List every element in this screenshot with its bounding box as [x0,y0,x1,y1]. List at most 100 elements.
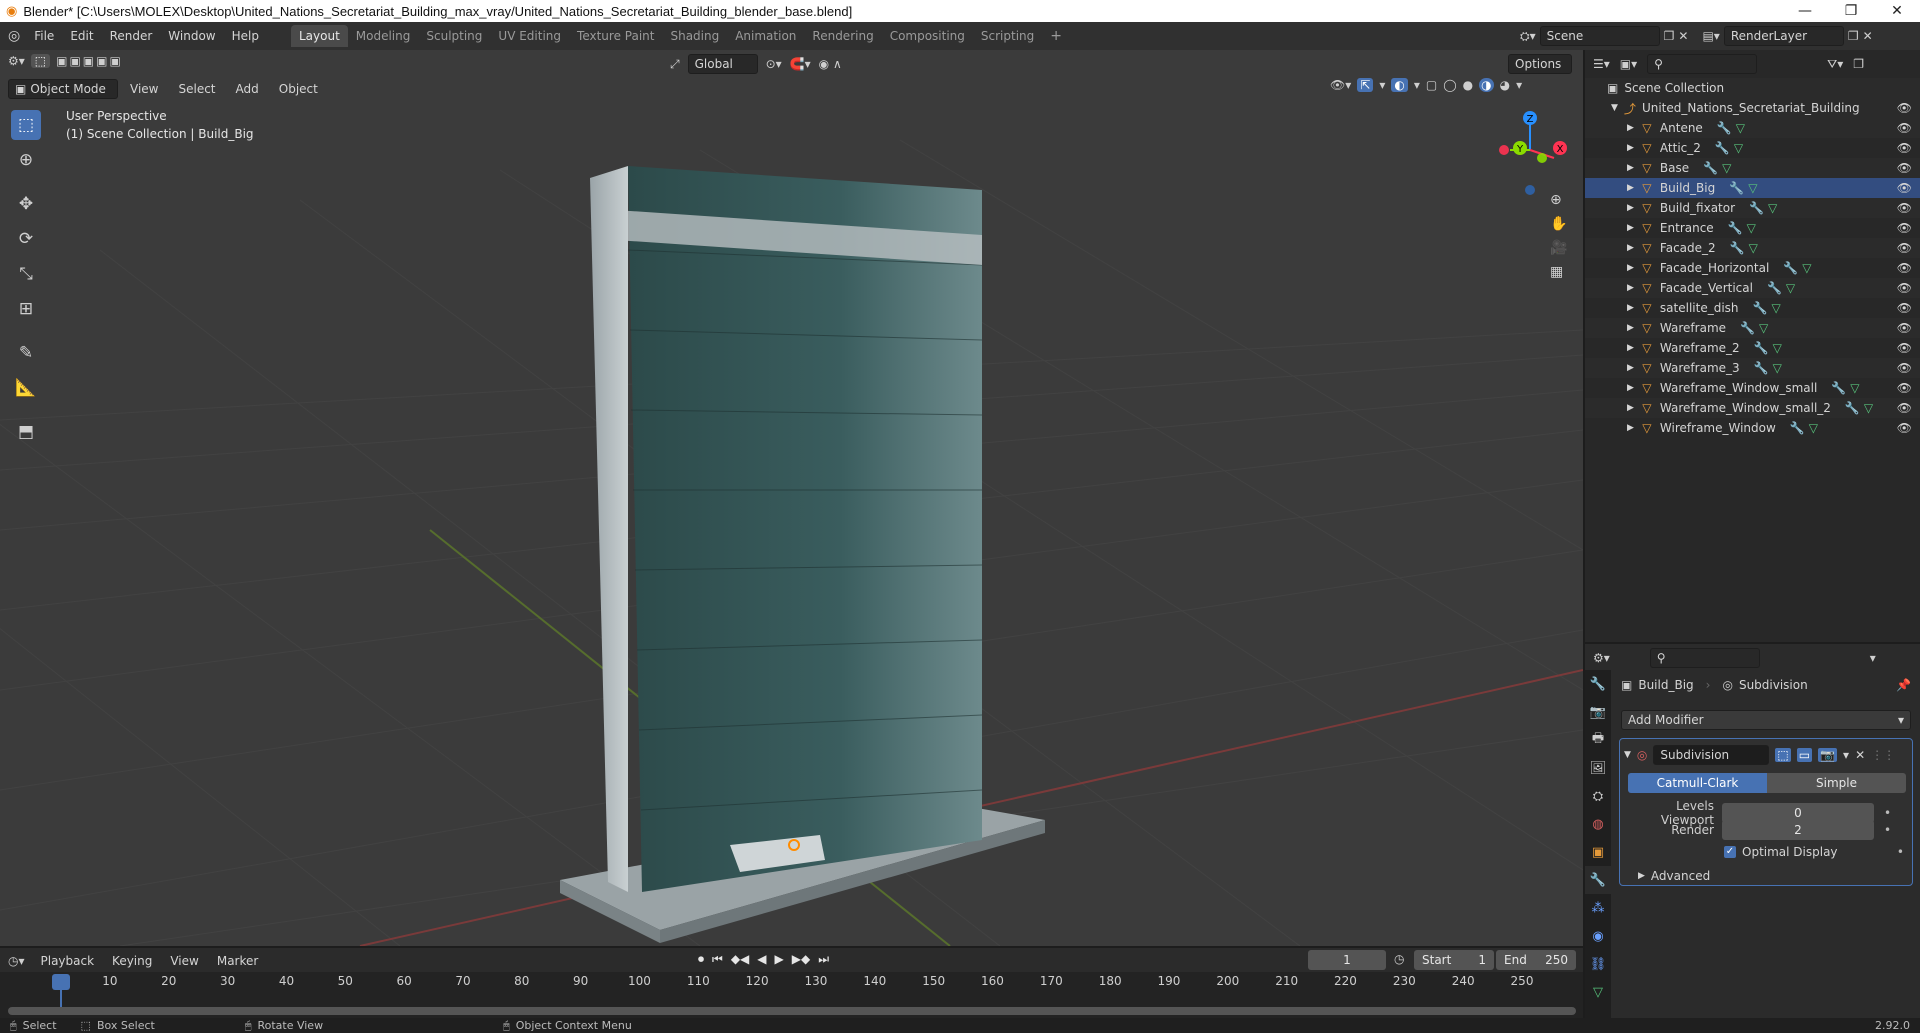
properties-options-icon[interactable]: ▾ [1870,651,1876,665]
outliner-object-row[interactable]: ▶ ▽ Base 🔧 ▽ 👁 [1585,158,1920,178]
xray-icon[interactable]: ▢ [1426,78,1437,92]
drag-handle-icon[interactable]: ⋮⋮ [1871,748,1895,762]
outliner-object-row[interactable]: ▶ ▽ Wareframe 🔧 ▽ 👁 [1585,318,1920,338]
blender-menu-icon[interactable]: ◎ [8,28,20,44]
menu-window[interactable]: Window [160,25,223,47]
modifier-icon[interactable]: 🔧 [1754,341,1769,355]
filter-icon[interactable]: ⛛▾ [1827,57,1843,72]
mesh-data-icon[interactable]: ▽ [1850,381,1859,395]
close-window-button[interactable]: ✕ [1874,0,1920,22]
mesh-data-icon[interactable]: ▽ [1773,341,1782,355]
expand-arrow-icon[interactable]: ▶ [1627,223,1634,233]
outliner-display-mode-icon[interactable]: ▣▾ [1620,57,1637,71]
mesh-data-icon[interactable]: ▽ [1768,201,1777,215]
scale-tool-icon[interactable]: ⤡ [11,259,41,289]
outliner-object-row[interactable]: ▶ ▽ Facade_Vertical 🔧 ▽ 👁 [1585,278,1920,298]
menu-file[interactable]: File [26,25,62,47]
mesh-data-icon[interactable]: ▽ [1734,141,1743,155]
shading-rendered-icon[interactable]: ◕ [1500,78,1510,92]
expand-arrow-icon[interactable]: ▶ [1627,423,1634,433]
timeline-menu-marker[interactable]: Marker [209,950,266,972]
mesh-data-icon[interactable]: ▽ [1736,121,1745,135]
preview-range-icon[interactable]: ◷ [1394,952,1404,966]
jump-start-icon[interactable]: ⏮ [712,952,723,967]
render-levels-field[interactable]: 2 [1722,820,1874,840]
viewport-menu-object[interactable]: Object [271,78,326,100]
eye-icon[interactable]: 👁 [1897,181,1912,195]
annotate-tool-icon[interactable]: ✎ [11,338,41,368]
scene-tab-icon[interactable]: ⛭ [1585,782,1611,810]
new-view-layer-icon[interactable]: ❐ [1848,29,1859,43]
properties-editor-type-icon[interactable]: ⚙▾ [1593,651,1610,665]
keyframe-dot-icon[interactable]: • [1884,823,1891,837]
add-modifier-dropdown[interactable]: Add Modifier ▾ [1621,710,1911,730]
expand-arrow-icon[interactable]: ▼ [1611,103,1618,113]
outliner-scene-collection[interactable]: ▣ Scene Collection [1585,78,1920,98]
modifier-icon[interactable]: 🔧 [1767,281,1782,295]
minimize-button[interactable]: — [1782,0,1828,22]
modifier-icon[interactable]: 🔧 [1831,381,1846,395]
end-frame-field[interactable]: End 250 [1496,950,1576,970]
eye-icon[interactable]: 👁 [1897,161,1912,175]
view-layer-tab-icon[interactable]: 🖼 [1585,754,1611,782]
optimal-display-checkbox[interactable]: ✓ [1724,846,1736,858]
eye-icon[interactable]: 👁 [1897,301,1912,315]
move-tool-icon[interactable]: ✥ [11,189,41,219]
shading-solid-icon[interactable]: ● [1463,78,1473,92]
editor-type-icon[interactable]: ⚙▾ [8,54,25,68]
mesh-data-icon[interactable]: ▽ [1864,401,1873,415]
expand-arrow-icon[interactable]: ▶ [1627,203,1634,213]
modifier-icon[interactable]: 🔧 [1740,321,1755,335]
expand-arrow-icon[interactable]: ▶ [1627,383,1634,393]
rotate-tool-icon[interactable]: ⟳ [11,224,41,254]
tab-animation[interactable]: Animation [727,25,804,47]
eye-icon[interactable]: 👁 [1897,321,1912,335]
pan-hand-icon[interactable]: ✋ [1550,216,1567,232]
scene-icon[interactable]: ⛭▾ [1520,29,1536,44]
outliner-object-row[interactable]: ▶ ▽ Wareframe_Window_small 🔧 ▽ 👁 [1585,378,1920,398]
visibility-icon[interactable]: 👁▾ [1330,78,1351,92]
tab-texture-paint[interactable]: Texture Paint [569,25,662,47]
mesh-data-icon[interactable]: ▽ [1759,321,1768,335]
object-tab-icon[interactable]: ▣ [1585,838,1611,866]
tab-rendering[interactable]: Rendering [804,25,881,47]
outliner-object-row[interactable]: ▶ ▽ Facade_Horizontal 🔧 ▽ 👁 [1585,258,1920,278]
tab-sculpting[interactable]: Sculpting [418,25,490,47]
modifier-icon[interactable]: 🔧 [1790,421,1805,435]
world-tab-icon[interactable]: ◍ [1585,810,1611,838]
mesh-data-icon[interactable]: ▽ [1722,161,1731,175]
snap-icon[interactable]: 🧲▾ [790,57,811,71]
add-cube-tool-icon[interactable]: ⬒ [11,417,41,447]
view-layer-icon[interactable]: ▤▾ [1702,29,1719,43]
modifier-icon[interactable]: 🔧 [1715,141,1730,155]
render-tab-icon[interactable]: 📷 [1585,698,1611,726]
timeline-menu-keying[interactable]: Keying [104,950,160,972]
eye-icon[interactable]: 👁 [1897,381,1912,395]
prev-keyframe-icon[interactable]: ◆◀ [731,952,749,967]
eye-icon[interactable]: 👁 [1897,261,1912,275]
selection-mode-icons[interactable]: ▣▣▣▣▣ [56,54,123,68]
record-icon[interactable]: ⏺ [698,952,704,967]
viewport-menu-add[interactable]: Add [228,78,267,100]
eye-icon[interactable]: 👁 [1897,421,1912,435]
outliner-object-row[interactable]: ▶ ▽ Wireframe_Window 🔧 ▽ 👁 [1585,418,1920,438]
measure-tool-icon[interactable]: 📐 [11,373,41,403]
expand-arrow-icon[interactable]: ▶ [1627,363,1634,373]
mesh-data-icon[interactable]: ▽ [1747,221,1756,235]
eye-icon[interactable]: 👁 [1897,121,1912,135]
navigation-gizmo[interactable]: Z X Y [1490,108,1570,198]
expand-arrow-icon[interactable]: ▶ [1627,123,1634,133]
expand-arrow-icon[interactable]: ▶ [1627,263,1634,273]
viewport-toggle-icon[interactable]: ▭ [1796,748,1813,762]
physics-tab-icon[interactable]: ◉ [1585,922,1611,950]
proportional-editing-icon[interactable]: ◉ ∧ [819,57,842,71]
pin-icon[interactable]: 📌 [1896,678,1911,692]
constraints-tab-icon[interactable]: ⛓ [1585,950,1611,978]
current-frame-field[interactable]: 1 [1308,950,1386,970]
outliner-object-row[interactable]: ▶ ▽ Entrance 🔧 ▽ 👁 [1585,218,1920,238]
ortho-toggle-icon[interactable]: ▦ [1550,264,1567,280]
cursor-tool-icon[interactable]: ⊕ [11,145,41,175]
shading-material-icon[interactable]: ◑ [1479,78,1494,92]
outliner-collection-row[interactable]: ▼ ⤴ United_Nations_Secretariat_Building … [1585,98,1920,118]
remove-scene-icon[interactable]: ✕ [1678,29,1688,43]
